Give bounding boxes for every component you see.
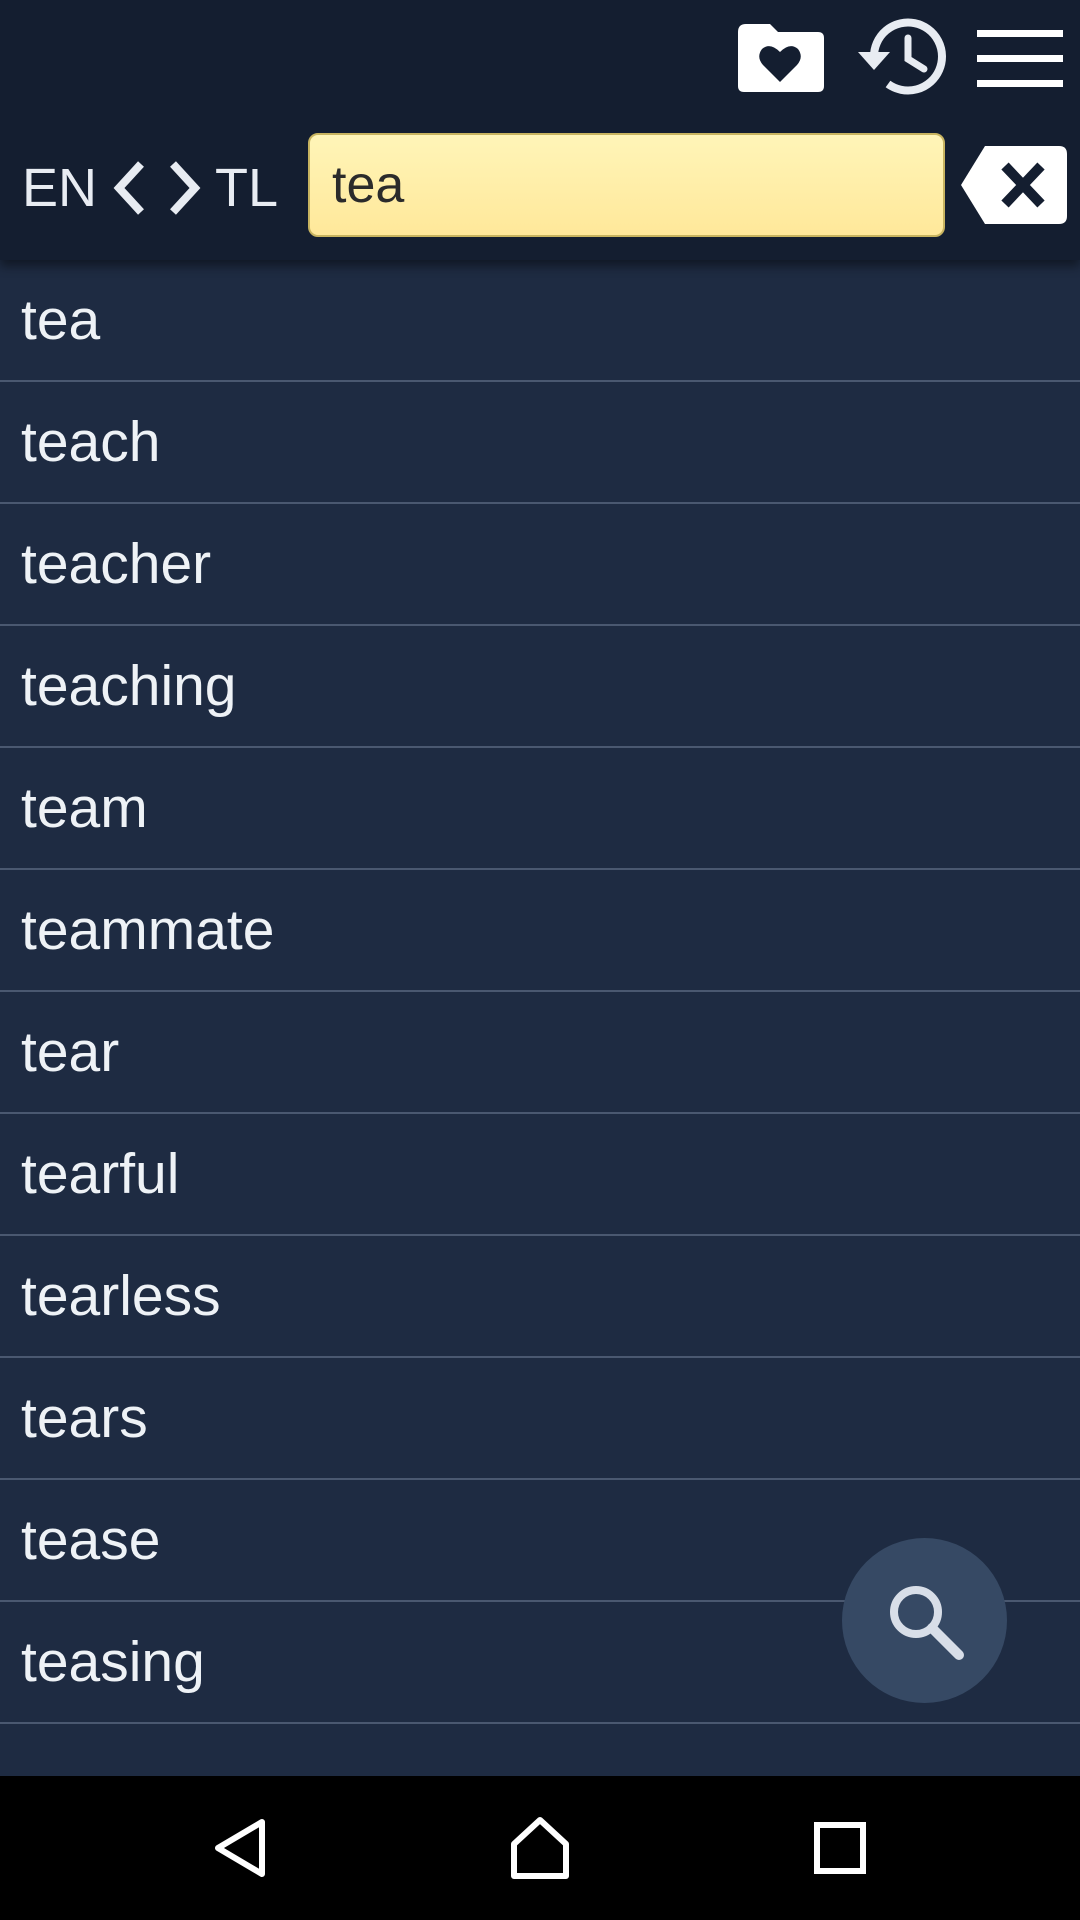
nav-recents-button[interactable]	[780, 1798, 900, 1898]
list-item[interactable]: tearful	[0, 1114, 1080, 1236]
hamburger-menu-icon	[977, 30, 1063, 87]
clear-search-button[interactable]	[958, 143, 1070, 227]
list-item[interactable]: tear	[0, 992, 1080, 1114]
system-navigation-bar	[0, 1776, 1080, 1920]
history-icon	[858, 18, 946, 95]
app-screen: EN TL tea tea teach teacher teaching tea…	[0, 0, 1080, 1920]
chevron-right-icon[interactable]	[167, 150, 203, 226]
back-triangle-icon	[215, 1819, 265, 1877]
backspace-clear-icon	[961, 146, 1067, 224]
nav-back-button[interactable]	[180, 1798, 300, 1898]
source-language[interactable]: EN	[22, 150, 97, 226]
list-item[interactable]: teammate	[0, 870, 1080, 992]
recents-square-icon	[814, 1822, 866, 1874]
search-fab[interactable]	[842, 1538, 1007, 1703]
folder-heart-icon	[738, 24, 824, 92]
word-list: tea teach teacher teaching team teammate…	[0, 260, 1080, 1724]
list-item[interactable]: tearless	[0, 1236, 1080, 1358]
chevron-left-icon[interactable]	[111, 150, 147, 226]
target-language[interactable]: TL	[215, 150, 278, 226]
list-item[interactable]: team	[0, 748, 1080, 870]
history-button[interactable]	[848, 12, 948, 102]
list-item[interactable]: teach	[0, 382, 1080, 504]
list-item[interactable]: teaching	[0, 626, 1080, 748]
list-item[interactable]: tea	[0, 260, 1080, 382]
list-item[interactable]: tears	[0, 1358, 1080, 1480]
favorites-button[interactable]	[730, 18, 830, 98]
home-icon	[511, 1817, 569, 1879]
search-input[interactable]: tea	[308, 133, 945, 237]
top-app-bar: EN TL tea	[0, 0, 1080, 260]
language-switcher[interactable]: EN TL	[22, 150, 278, 226]
list-item[interactable]: teacher	[0, 504, 1080, 626]
menu-button[interactable]	[972, 18, 1068, 98]
nav-home-button[interactable]	[480, 1798, 600, 1898]
search-icon	[889, 1585, 964, 1660]
